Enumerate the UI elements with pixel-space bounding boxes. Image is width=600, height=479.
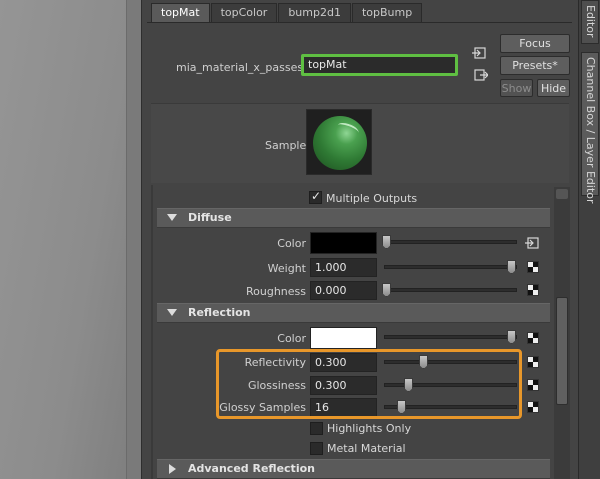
section-reflection[interactable]: Reflection [157, 303, 550, 323]
tab-topcolor[interactable]: topColor [210, 3, 278, 22]
metal-material-checkbox[interactable] [310, 442, 323, 455]
reflection-color-swatch[interactable] [310, 327, 377, 349]
section-advanced-reflection[interactable]: Advanced Reflection [157, 459, 550, 479]
diffuse-weight-map-icon[interactable] [527, 261, 539, 273]
sample-label: Sample [265, 139, 307, 152]
diffuse-roughness-slider[interactable] [384, 288, 517, 292]
section-advanced-reflection-title: Advanced Reflection [188, 462, 315, 475]
focus-button[interactable]: Focus [500, 34, 570, 53]
viewport-panel[interactable] [0, 0, 141, 479]
diffuse-color-slider[interactable] [384, 240, 517, 244]
collapse-arrow-icon [167, 214, 177, 221]
highlights-only-label: Highlights Only [327, 422, 412, 435]
diffuse-color-label: Color [277, 237, 306, 250]
tab-attribute-editor[interactable]: Editor [581, 0, 599, 44]
right-tab-bar: Editor Channel Box / Layer Editor [578, 0, 600, 479]
reflection-color-map-icon[interactable] [527, 332, 539, 344]
section-diffuse-title: Diffuse [188, 211, 232, 224]
tab-divider [147, 22, 572, 23]
collapse-arrow-icon [167, 309, 177, 316]
node-name-input[interactable]: topMat [301, 54, 458, 76]
multiple-outputs-checkbox[interactable]: ✓ [309, 189, 322, 204]
scrollbar-up-arrow[interactable] [556, 189, 568, 199]
reflection-color-label: Color [277, 332, 306, 345]
viewport-background [0, 0, 141, 479]
input-connection-icon[interactable] [472, 47, 486, 59]
scrollbar-thumb[interactable] [556, 297, 568, 405]
diffuse-roughness-label: Roughness [245, 285, 306, 298]
diffuse-weight-input[interactable]: 1.000 [310, 258, 377, 277]
reflectivity-map-icon[interactable] [527, 356, 539, 368]
tab-channel-box-label: Channel Box / Layer Editor [584, 57, 597, 204]
highlight-annotation-box [216, 349, 522, 419]
section-reflection-title: Reflection [188, 306, 251, 319]
diffuse-weight-label: Weight [267, 262, 306, 275]
checkmark-icon: ✓ [311, 189, 322, 203]
viewport-edge-strip [126, 0, 141, 479]
tab-channel-box[interactable]: Channel Box / Layer Editor [581, 52, 599, 204]
node-tabs: topMat topColor bump2d1 topBump [151, 3, 423, 22]
tab-bump2d1[interactable]: bump2d1 [278, 3, 351, 22]
tab-attribute-editor-label: Editor [584, 5, 597, 38]
highlights-only-checkbox[interactable] [310, 422, 323, 435]
expand-arrow-icon [169, 464, 176, 474]
diffuse-weight-slider[interactable] [384, 265, 517, 269]
glossiness-map-icon[interactable] [527, 379, 539, 391]
hide-button[interactable]: Hide [537, 79, 570, 97]
glossy-samples-map-icon[interactable] [527, 401, 539, 413]
output-connection-icon[interactable] [474, 69, 488, 81]
node-type-label: mia_material_x_passes: [176, 61, 307, 74]
presets-button[interactable]: Presets* [500, 56, 570, 75]
reflection-color-slider[interactable] [384, 335, 517, 339]
diffuse-color-connection-icon[interactable] [525, 237, 539, 249]
diffuse-roughness-map-icon[interactable] [527, 284, 539, 296]
show-button[interactable]: Show [500, 79, 533, 97]
section-diffuse[interactable]: Diffuse [157, 208, 550, 228]
sheet-edge [151, 185, 153, 479]
tab-topmat[interactable]: topMat [151, 3, 210, 22]
multiple-outputs-label: Multiple Outputs [326, 192, 418, 205]
material-sample-swatch[interactable] [306, 109, 372, 175]
diffuse-color-swatch[interactable] [310, 232, 377, 254]
diffuse-roughness-input[interactable]: 0.000 [310, 281, 377, 300]
tab-topbump[interactable]: topBump [351, 3, 423, 22]
metal-material-label: Metal Material [327, 442, 406, 455]
